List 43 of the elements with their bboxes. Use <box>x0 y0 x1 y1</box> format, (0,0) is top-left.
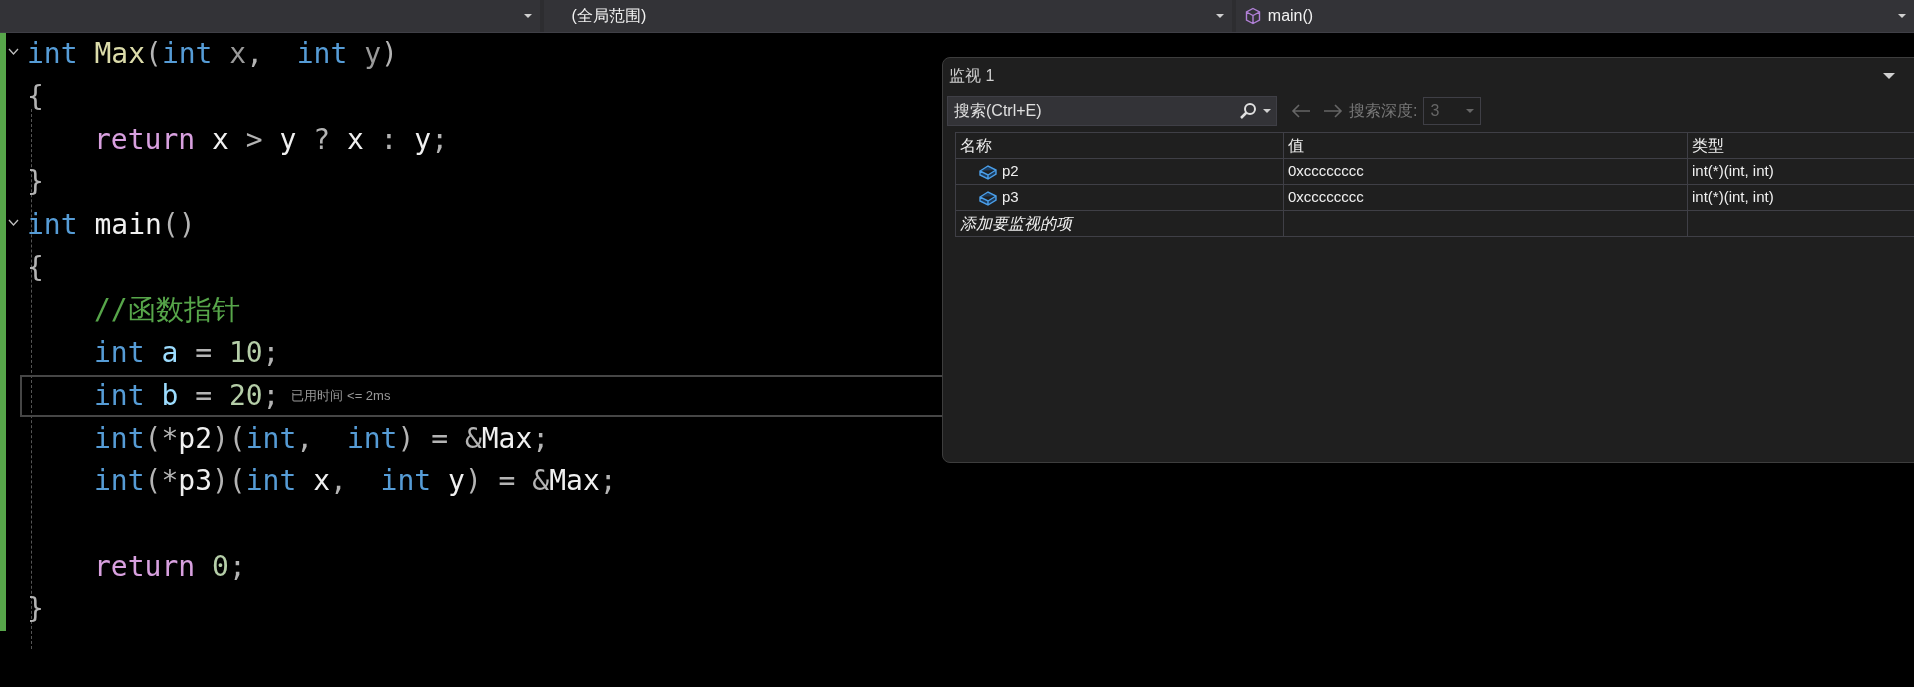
code-text: } <box>27 168 44 197</box>
code-text: { <box>27 253 44 282</box>
code-text: { <box>27 83 44 112</box>
code-text: return x > y ? x : y; <box>94 125 449 154</box>
add-watch-field[interactable]: 添加要监视的项 <box>960 211 1072 236</box>
search-depth-label: 搜索深度: <box>1349 101 1418 121</box>
column-header[interactable]: 值 <box>1283 133 1687 158</box>
search-icon[interactable] <box>1239 102 1257 120</box>
code-text: return 0; <box>94 552 246 581</box>
variable-icon <box>978 189 998 206</box>
type-cell: int(*)(int, int) <box>1687 159 1914 184</box>
code-text: int b = 20; <box>94 381 280 410</box>
type-cell: int(*)(int, int) <box>1687 185 1914 210</box>
value-cell: 0xcccccccc <box>1283 159 1687 184</box>
cube-icon <box>1243 7 1262 25</box>
dropdown-caret-icon <box>1215 14 1224 18</box>
code-text: int a = 10; <box>94 339 280 368</box>
code-text: //函数指针 <box>94 296 240 325</box>
back-arrow-icon[interactable] <box>1291 104 1311 118</box>
value-cell: 0xcccccccc <box>1283 185 1687 210</box>
collapse-chevron-icon[interactable] <box>8 48 19 55</box>
dropdown-caret-icon <box>523 14 532 18</box>
variable-name: p3 <box>1002 187 1019 208</box>
code-text: int(*p2)(int, int) = &Max; <box>94 424 550 453</box>
code-text: } <box>27 595 44 624</box>
collapse-chevron-icon[interactable] <box>8 218 19 226</box>
dropdown-caret-icon <box>1898 14 1906 18</box>
navigation-dropdown[interactable]: main() <box>1235 0 1914 32</box>
column-header[interactable]: 名称 <box>955 133 1283 158</box>
column-header[interactable]: 类型 <box>1687 133 1914 158</box>
variable-name: p2 <box>1002 161 1019 182</box>
variable-icon <box>978 163 998 180</box>
search-field[interactable]: 搜索(Ctrl+E) <box>947 96 1277 126</box>
code-text: int Max(int x, int y) <box>27 40 398 69</box>
code-text: int(*p3)(int x, int y) = &Max; <box>94 467 617 496</box>
forward-arrow-icon[interactable] <box>1323 104 1343 118</box>
code-text: int main() <box>27 211 196 240</box>
dropdown-caret-icon <box>1466 109 1475 113</box>
panel-menu-caret-icon[interactable] <box>1883 73 1895 79</box>
navigation-dropdown[interactable]: (全局范围) <box>543 0 1232 32</box>
elapsed-time-hint: 已用时间 <= 2ms <box>291 387 391 406</box>
panel-title: 监视 1 <box>949 66 996 86</box>
dropdown-caret-icon <box>1263 109 1271 113</box>
